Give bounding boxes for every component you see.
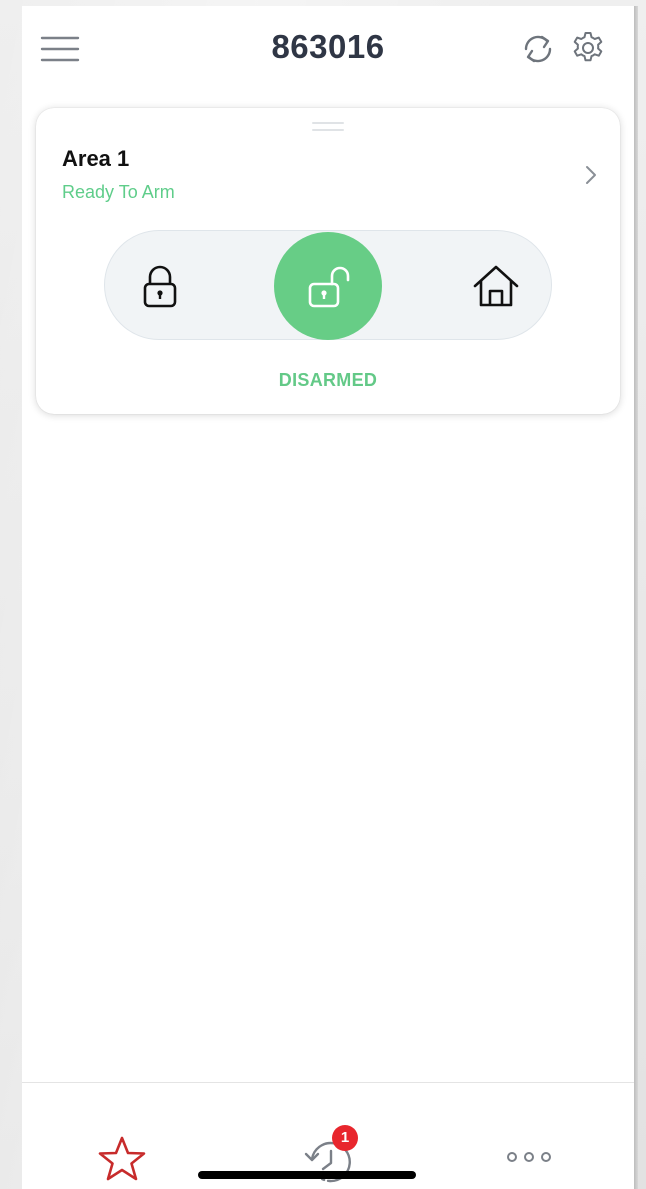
locked-padlock-icon <box>143 265 177 308</box>
arm-state-label: DISARMED <box>278 370 378 390</box>
area-status: Ready To Arm <box>62 182 175 202</box>
more-dots-icon <box>507 1152 551 1162</box>
app-header: 863016 <box>22 6 634 98</box>
tab-more[interactable] <box>504 1149 554 1165</box>
refresh-button[interactable] <box>522 32 554 66</box>
refresh-icon <box>524 35 552 63</box>
settings-button[interactable] <box>570 30 606 66</box>
arm-stay-button[interactable] <box>472 264 520 308</box>
home-indicator[interactable] <box>198 1171 416 1179</box>
star-icon <box>98 1136 146 1181</box>
gear-icon <box>573 32 603 62</box>
app-screen: 863016 Area 1 Ready To Arm DISARMED 1 <box>22 6 634 1189</box>
arm-away-button[interactable] <box>140 264 180 308</box>
area-details-row[interactable]: Area 1 Ready To Arm <box>36 108 620 218</box>
unlocked-padlock-icon <box>308 266 350 308</box>
tab-favorites[interactable] <box>98 1135 146 1183</box>
history-badge: 1 <box>332 1125 358 1151</box>
device-edge <box>634 6 638 1189</box>
chevron-right-icon <box>586 166 596 184</box>
area-name: Area 1 <box>62 146 130 171</box>
disarm-button[interactable] <box>274 232 382 340</box>
home-icon <box>473 265 519 307</box>
area-card: Area 1 Ready To Arm DISARMED <box>36 108 620 414</box>
